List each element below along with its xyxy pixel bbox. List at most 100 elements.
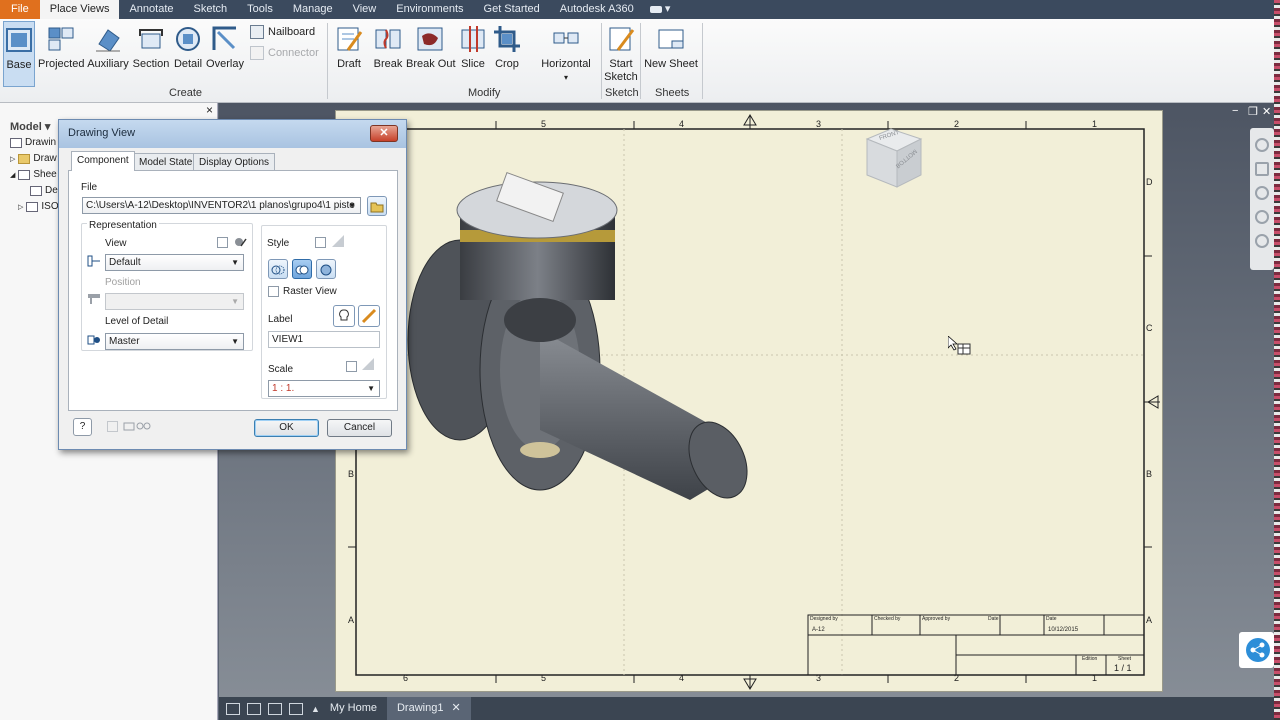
zoom-icon[interactable] bbox=[1255, 186, 1269, 200]
titleblock-icon bbox=[26, 201, 39, 212]
tree-item-iso-titleblock[interactable]: ▷ ISO bbox=[18, 201, 59, 212]
scale-from-base-checkbox[interactable] bbox=[346, 361, 357, 372]
shaded-button[interactable] bbox=[316, 259, 336, 279]
menu-view[interactable]: View bbox=[343, 0, 387, 19]
connector-button[interactable]: Connector bbox=[250, 46, 319, 60]
navigation-bar bbox=[1250, 128, 1274, 270]
draft-button[interactable]: Draft bbox=[333, 21, 365, 87]
ribbon-separator bbox=[601, 23, 602, 99]
overlay-button[interactable]: Overlay bbox=[206, 21, 244, 87]
steering-wheel-icon[interactable] bbox=[1255, 138, 1269, 152]
close-icon[interactable]: ✕ bbox=[1262, 105, 1271, 118]
edit-view-label-button[interactable] bbox=[358, 305, 380, 327]
menu-file[interactable]: File bbox=[0, 0, 40, 19]
menu-tools[interactable]: Tools bbox=[237, 0, 283, 19]
new-sheet-button[interactable]: New Sheet bbox=[644, 21, 698, 87]
titleblock-date-header: Date bbox=[1046, 616, 1057, 622]
detail-button[interactable]: Detail bbox=[172, 21, 204, 87]
level-of-detail-value: Master bbox=[109, 336, 140, 347]
look-at-icon[interactable] bbox=[1255, 234, 1269, 248]
restore-button[interactable]: ❐ bbox=[1248, 105, 1258, 118]
hidden-line-removed-button[interactable] bbox=[292, 259, 312, 279]
view-combo[interactable]: Default ▼ bbox=[105, 254, 244, 271]
break-label: Break bbox=[373, 58, 403, 70]
tree-item-drawing-resources[interactable]: ▷ Draw bbox=[10, 153, 57, 164]
nailboard-button[interactable]: Nailboard bbox=[250, 25, 315, 39]
menu-annotate[interactable]: Annotate bbox=[119, 0, 183, 19]
section-button[interactable]: Section bbox=[131, 21, 171, 87]
projected-label: Projected bbox=[38, 58, 85, 70]
style-from-base-checkbox[interactable] bbox=[315, 237, 326, 248]
file-path-combo[interactable]: C:\Users\A-12\Desktop\INVENTOR2\1 planos… bbox=[82, 197, 361, 214]
tab-display-options[interactable]: Display Options bbox=[193, 153, 276, 171]
slice-button[interactable]: Slice bbox=[458, 21, 488, 87]
tab-my-home[interactable]: My Home bbox=[320, 697, 387, 720]
crop-button[interactable]: Crop bbox=[492, 21, 522, 87]
base-button[interactable]: Base bbox=[3, 21, 35, 87]
browser-header[interactable]: Model ▾ bbox=[10, 120, 50, 133]
scale-combo[interactable]: 1 : 1. ▼ bbox=[268, 380, 380, 397]
preview-checkbox[interactable] bbox=[107, 421, 118, 432]
cancel-button[interactable]: Cancel bbox=[327, 419, 392, 437]
titleblock-date-header: Date bbox=[988, 616, 999, 622]
tab-scroll-up-icon[interactable]: ▲ bbox=[311, 704, 320, 714]
chevron-down-icon: ▼ bbox=[367, 384, 375, 393]
tab-component[interactable]: Component bbox=[71, 151, 135, 171]
ok-button[interactable]: OK bbox=[254, 419, 319, 437]
dialog-titlebar[interactable]: Drawing View ✕ bbox=[59, 120, 406, 148]
break-out-button[interactable]: Break Out bbox=[406, 21, 456, 87]
level-of-detail-combo[interactable]: Master ▼ bbox=[105, 333, 244, 350]
tree-item-sheet[interactable]: ◢ Shee bbox=[10, 169, 57, 180]
dialog-close-button[interactable]: ✕ bbox=[370, 125, 398, 142]
overlay-label: Overlay bbox=[206, 58, 244, 70]
menu-autodesk-a360[interactable]: Autodesk A360 bbox=[550, 0, 644, 19]
tile-vertical-icon[interactable] bbox=[289, 702, 303, 715]
view-label-input[interactable]: VIEW1 bbox=[268, 331, 380, 348]
viewcube[interactable]: FRONT BOTTOM bbox=[863, 125, 925, 192]
align-horizontal-icon bbox=[551, 24, 581, 54]
tab-model-state[interactable]: Model State bbox=[133, 153, 199, 171]
menu-place-views[interactable]: Place Views bbox=[39, 0, 120, 19]
cascade-windows-icon[interactable] bbox=[226, 702, 240, 715]
menu-manage[interactable]: Manage bbox=[283, 0, 343, 19]
help-button[interactable]: ? bbox=[73, 418, 92, 436]
tab-close-icon[interactable]: ✕ bbox=[451, 697, 460, 720]
view-associative-checkbox[interactable] bbox=[217, 237, 228, 248]
tile-horizontal-icon[interactable] bbox=[268, 702, 282, 715]
browse-file-button[interactable] bbox=[367, 196, 387, 216]
hidden-line-button[interactable] bbox=[268, 259, 288, 279]
minimize-button[interactable]: − bbox=[1232, 105, 1238, 117]
edit-design-view-icon[interactable] bbox=[233, 236, 247, 248]
sheet-row-label: D bbox=[1146, 177, 1153, 187]
start-sketch-button[interactable]: Start Sketch bbox=[604, 21, 638, 87]
auxiliary-button[interactable]: Auxiliary bbox=[86, 21, 130, 87]
share-button[interactable] bbox=[1239, 632, 1274, 668]
pan-icon[interactable] bbox=[1255, 162, 1269, 176]
expand-arrow-icon: ▷ bbox=[10, 155, 16, 163]
titleblock-sheet-value: 1 / 1 bbox=[1114, 663, 1132, 673]
position-combo[interactable]: ▼ bbox=[105, 293, 244, 310]
projected-button[interactable]: Projected bbox=[38, 21, 84, 87]
orbit-icon[interactable] bbox=[1255, 210, 1269, 224]
tab-drawing1[interactable]: Drawing1 ✕ bbox=[386, 697, 471, 720]
chevron-down-icon: ▼ bbox=[231, 258, 239, 267]
place-view-cursor-icon bbox=[947, 335, 974, 363]
horizontal-button[interactable]: Horizontal ▾ bbox=[540, 21, 592, 87]
menu-get-started[interactable]: Get Started bbox=[474, 0, 550, 19]
file-label: File bbox=[81, 182, 98, 193]
sheet-col-label: 5 bbox=[541, 119, 547, 129]
tree-item-default-border[interactable]: De bbox=[30, 185, 58, 196]
titleblock-date: 10/12/2015 bbox=[1048, 627, 1079, 633]
menu-sketch[interactable]: Sketch bbox=[184, 0, 238, 19]
tile-windows-icon[interactable] bbox=[247, 702, 261, 715]
browser-close-button[interactable]: × bbox=[206, 103, 213, 117]
tree-item-drawing[interactable]: Drawin bbox=[10, 137, 56, 148]
style-from-base-icon bbox=[331, 234, 345, 247]
break-button[interactable]: Break bbox=[371, 21, 405, 87]
tree-item-label: Drawin bbox=[25, 137, 57, 148]
menu-environments[interactable]: Environments bbox=[386, 0, 473, 19]
raster-view-checkbox[interactable] bbox=[268, 286, 279, 297]
toggle-label-visibility-button[interactable] bbox=[333, 305, 355, 327]
ribbon-options-dropdown[interactable]: ▾ bbox=[644, 0, 677, 19]
level-of-detail-label: Level of Detail bbox=[105, 316, 169, 327]
